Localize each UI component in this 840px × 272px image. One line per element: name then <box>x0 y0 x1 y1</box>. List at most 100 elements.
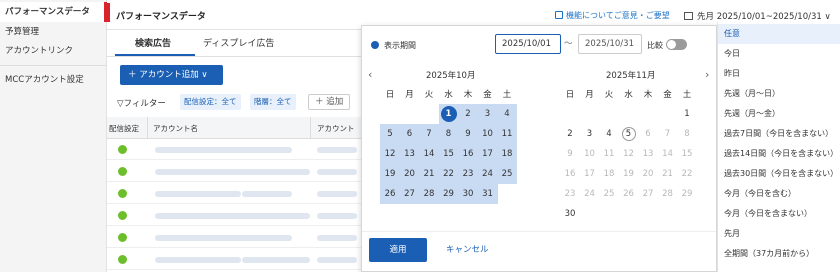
preset-item[interactable]: 任意 <box>718 24 840 44</box>
calendar-day[interactable]: 7 <box>419 124 439 144</box>
table-row[interactable] <box>107 184 363 204</box>
calendar-day[interactable]: 1 <box>438 104 459 124</box>
calendar-day[interactable]: 16 <box>560 164 580 184</box>
preset-item[interactable]: 過去30日間（今日を含まない） <box>718 164 840 184</box>
calendar-day[interactable]: 4 <box>497 104 517 124</box>
calendar-day[interactable]: 6 <box>399 124 420 144</box>
calendar-day[interactable]: 13 <box>399 144 420 164</box>
calendar-day[interactable]: 5 <box>380 124 400 144</box>
calendar-day[interactable]: 2 <box>458 104 478 124</box>
preset-item[interactable]: 全期間（37カ月前から） <box>718 244 840 264</box>
cancel-button[interactable]: キャンセル <box>446 238 489 262</box>
next-month-icon[interactable]: › <box>705 68 709 81</box>
calendar-day[interactable]: 22 <box>677 164 697 184</box>
calendar-day[interactable]: 14 <box>658 144 678 164</box>
calendar-day[interactable]: 5 <box>619 124 639 144</box>
calendar-day[interactable]: 13 <box>638 144 658 164</box>
preset-item[interactable]: 過去7日間（今日を含まない） <box>718 124 840 144</box>
calendar-day[interactable]: 25 <box>599 184 619 204</box>
preset-item[interactable]: 先週（月〜金） <box>718 104 840 124</box>
calendar-day[interactable]: 10 <box>580 144 600 164</box>
sidebar-item-performance[interactable]: パフォーマンスデータ <box>0 2 107 22</box>
calendar-day[interactable]: 14 <box>419 144 439 164</box>
calendar-day[interactable]: 19 <box>619 164 639 184</box>
add-account-button[interactable]: ＋ アカウント追加 ∨ <box>120 65 223 85</box>
compare-toggle[interactable] <box>666 39 687 50</box>
calendar-day[interactable]: 29 <box>438 184 459 204</box>
table-row[interactable] <box>107 162 363 182</box>
calendar-day[interactable]: 27 <box>399 184 420 204</box>
column-header-delivery[interactable]: 配信設定 <box>109 123 139 134</box>
calendar-day[interactable]: 22 <box>438 164 459 184</box>
table-row[interactable] <box>107 206 363 226</box>
sidebar-item-budget[interactable]: 予算管理 <box>0 22 107 42</box>
calendar-day[interactable]: 15 <box>677 144 697 164</box>
calendar-day[interactable]: 9 <box>560 144 580 164</box>
column-header-account[interactable]: アカウント <box>317 123 355 134</box>
calendar-day[interactable]: 16 <box>458 144 478 164</box>
calendar-day[interactable]: 4 <box>599 124 619 144</box>
calendar-day[interactable]: 3 <box>580 124 600 144</box>
apply-button[interactable]: 適用 <box>369 238 427 262</box>
calendar-day[interactable]: 8 <box>677 124 697 144</box>
calendar-day[interactable]: 26 <box>619 184 639 204</box>
date-range-selector[interactable]: 先月 2025/10/01~2025/10/31 ∨ <box>684 10 831 22</box>
calendar-day[interactable]: 21 <box>419 164 439 184</box>
calendar-day[interactable]: 28 <box>658 184 678 204</box>
calendar-day[interactable]: 11 <box>497 124 517 144</box>
end-date-input[interactable]: 2025/10/31 <box>578 34 642 54</box>
calendar-day[interactable]: 26 <box>380 184 400 204</box>
column-header-account-name[interactable]: アカウント名 <box>153 123 198 134</box>
calendar-day[interactable]: 2 <box>560 124 580 144</box>
calendar-day[interactable]: 27 <box>638 184 658 204</box>
calendar-day[interactable]: 18 <box>497 144 517 164</box>
sidebar-item-account-link[interactable]: アカウントリンク <box>0 41 107 61</box>
radio-icon[interactable] <box>371 41 379 49</box>
calendar-day[interactable]: 15 <box>438 144 459 164</box>
preset-item[interactable]: 今月（今日を含まない） <box>718 204 840 224</box>
calendar-day[interactable]: 12 <box>619 144 639 164</box>
calendar-day[interactable]: 31 <box>477 184 498 204</box>
preset-item[interactable]: 過去14日間（今日を含まない） <box>718 144 840 164</box>
tab-display-ads[interactable]: ディスプレイ広告 <box>203 36 274 49</box>
calendar-day[interactable]: 19 <box>380 164 400 184</box>
calendar-day[interactable]: 21 <box>658 164 678 184</box>
feedback-link[interactable]: 機能についてご意見・ご要望 <box>555 10 670 21</box>
calendar-day[interactable]: 1 <box>677 104 697 124</box>
table-row[interactable] <box>107 228 363 248</box>
calendar-day[interactable]: 17 <box>580 164 600 184</box>
calendar-day[interactable]: 20 <box>638 164 658 184</box>
filter-chip-level[interactable]: 階層：全て <box>250 94 296 110</box>
calendar-day[interactable]: 23 <box>458 164 478 184</box>
calendar-day[interactable]: 25 <box>497 164 517 184</box>
table-row[interactable] <box>107 140 363 160</box>
calendar-day[interactable]: 17 <box>477 144 498 164</box>
preset-item[interactable]: 今日 <box>718 44 840 64</box>
calendar-day[interactable]: 8 <box>438 124 459 144</box>
calendar-day[interactable]: 10 <box>477 124 498 144</box>
start-date-input[interactable]: 2025/10/01 <box>495 34 561 54</box>
calendar-day[interactable]: 12 <box>380 144 400 164</box>
tab-search-ads[interactable]: 検索広告 <box>135 36 171 49</box>
calendar-day[interactable]: 20 <box>399 164 420 184</box>
preset-item[interactable]: 先週（月〜日） <box>718 84 840 104</box>
calendar-day[interactable]: 9 <box>458 124 478 144</box>
preset-item[interactable]: 先月 <box>718 224 840 244</box>
calendar-day[interactable]: 18 <box>599 164 619 184</box>
calendar-day[interactable]: 23 <box>560 184 580 204</box>
preset-item[interactable]: 昨日 <box>718 64 840 84</box>
calendar-day[interactable]: 30 <box>560 204 580 224</box>
calendar-day[interactable]: 6 <box>638 124 658 144</box>
add-filter-button[interactable]: ＋ 追加 <box>308 94 351 110</box>
calendar-day[interactable]: 28 <box>419 184 439 204</box>
filter-chip-delivery[interactable]: 配信設定：全て <box>180 94 241 110</box>
calendar-day[interactable]: 11 <box>599 144 619 164</box>
prev-month-icon[interactable]: ‹ <box>368 68 372 81</box>
calendar-day[interactable]: 30 <box>458 184 478 204</box>
preset-item[interactable]: 今月（今日を含む） <box>718 184 840 204</box>
calendar-day[interactable]: 24 <box>477 164 498 184</box>
table-row[interactable] <box>107 250 363 270</box>
calendar-day[interactable]: 3 <box>477 104 498 124</box>
calendar-day[interactable]: 24 <box>580 184 600 204</box>
sidebar-item-mcc-settings[interactable]: MCCアカウント設定 <box>0 70 107 90</box>
